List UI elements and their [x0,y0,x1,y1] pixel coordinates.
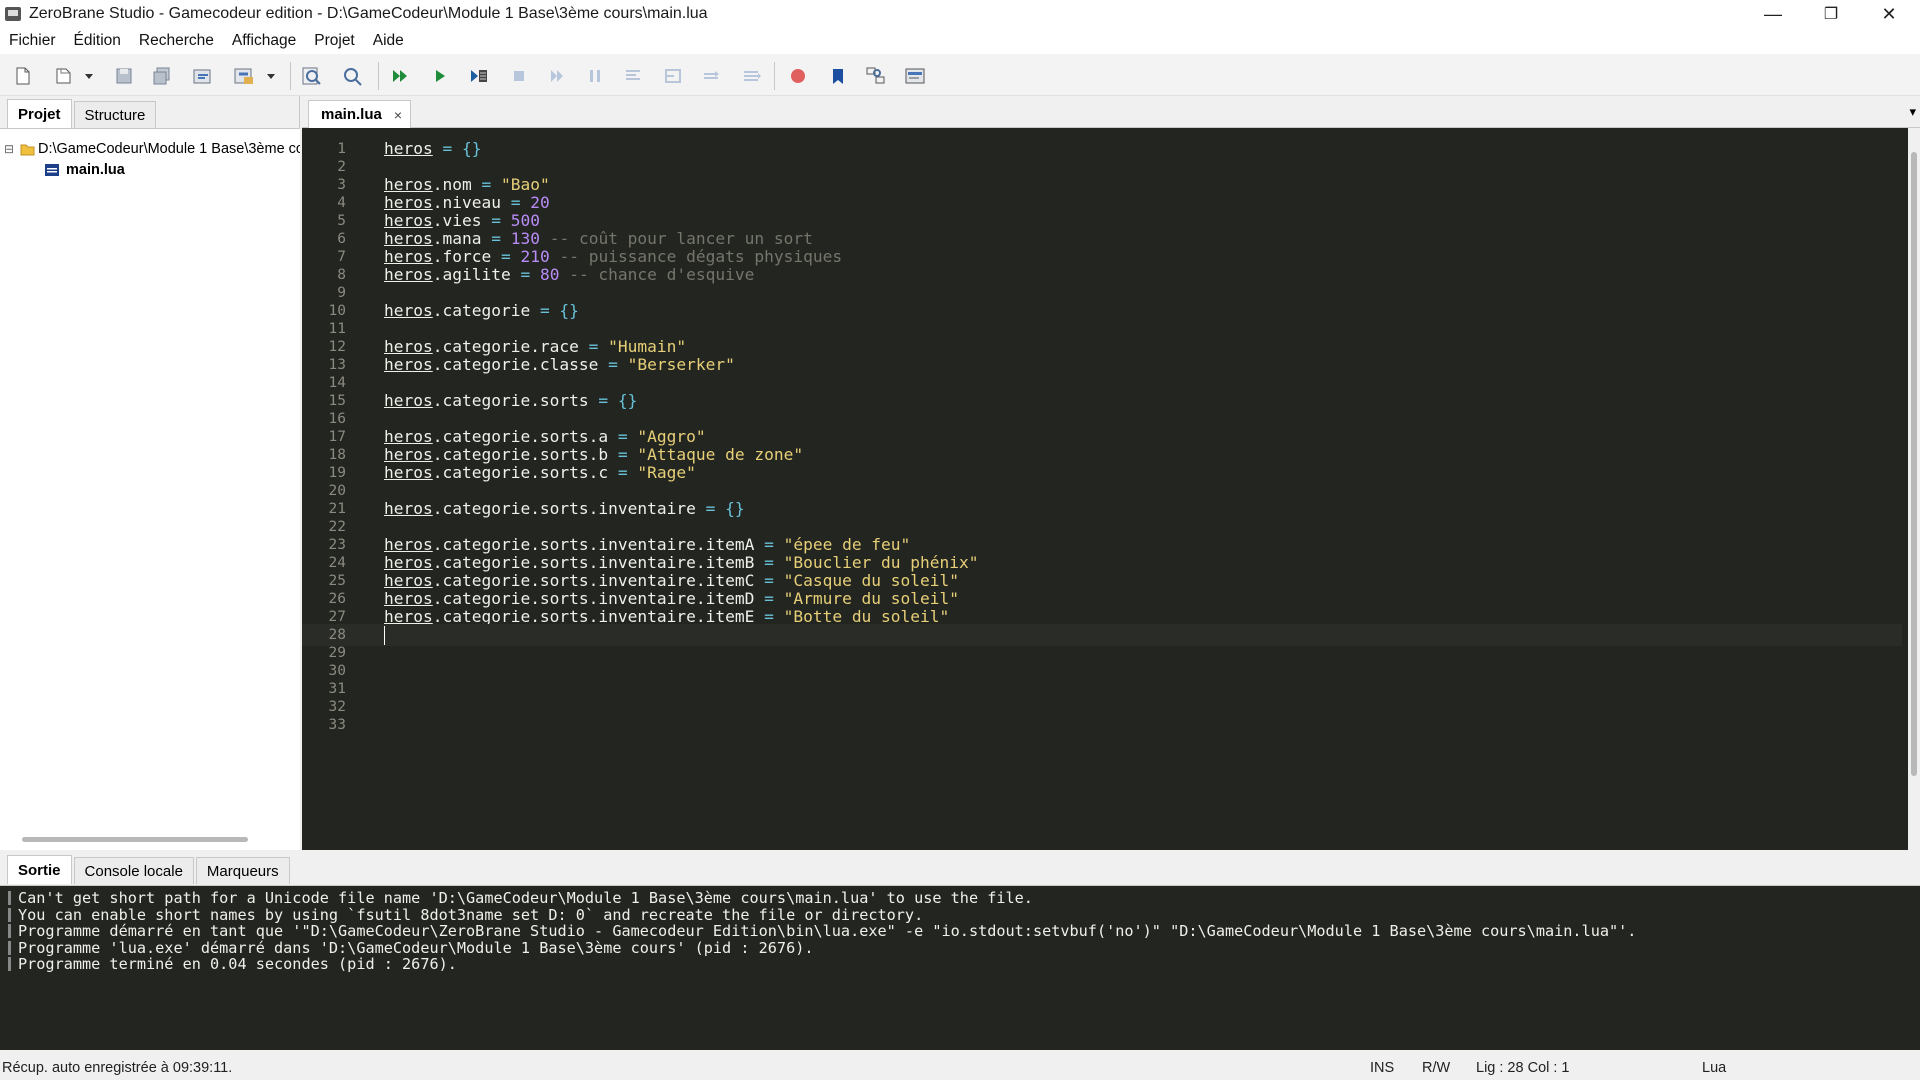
window-title: ZeroBrane Studio - Gamecodeur edition - … [29,5,708,22]
status-insert-mode: INS [1370,1060,1395,1076]
editor-area: main.lua × ▾ 1 heros = {} 2 3 heros.nom = "B… [302,96,1920,850]
save-icon[interactable] [112,64,136,88]
line-marker [8,907,11,922]
close-button[interactable]: ✕ [1860,0,1918,28]
title-bar: ZeroBrane Studio - Gamecodeur edition - … [0,0,1920,28]
code-line[interactable]: 33 [302,714,1902,736]
stop-icon[interactable] [507,64,531,88]
vertical-scrollbar[interactable] [1908,128,1920,850]
output-text: Programme terminé en 0.04 secondes (pid … [18,955,457,973]
horizontal-scrollbar[interactable] [22,837,248,842]
break-icon[interactable] [740,64,764,88]
open-file-icon[interactable] [52,64,76,88]
commandbar-icon[interactable] [903,64,927,88]
menu-edition[interactable]: Édition [65,32,130,50]
save-all-icon[interactable] [150,64,174,88]
output-panel-tabs: Sortie Console locale Marqueurs [0,852,292,884]
tab-sortie[interactable]: Sortie [7,855,72,884]
status-bar: Récup. auto enregistrée à 09:39:11. INS … [0,1056,1920,1080]
status-access: R/W [1422,1060,1451,1076]
tab-main-lua[interactable]: main.lua × [308,100,412,128]
toggle-breakpoint-icon[interactable] [786,64,810,88]
step-out-icon[interactable] [622,64,646,88]
close-icon[interactable]: × [394,107,402,123]
status-cursor-position: Lig : 28 Col : 1 [1476,1060,1570,1076]
start-debug-icon[interactable] [428,64,452,88]
minimize-button[interactable]: — [1744,0,1802,28]
output-panel: Sortie Console locale Marqueurs Can't ge… [0,852,1920,1052]
menu-bar: Fichier Édition Recherche Affichage Proj… [0,28,1920,54]
menu-recherche[interactable]: Recherche [130,32,223,50]
collapse-toggle-icon[interactable]: ⊟ [4,142,20,156]
step-over-to-cursor-icon[interactable] [467,64,491,88]
line-marker [8,924,11,938]
project-directory-icon[interactable] [191,64,215,88]
tab-menu-icon[interactable]: ▾ [1909,104,1916,120]
menu-aide[interactable]: Aide [364,32,413,50]
dropdown-icon[interactable] [82,64,96,88]
tab-marqueurs[interactable]: Marqueurs [195,857,290,884]
project-tree: ⊟ D:\GameCodeur\Module 1 Base\3ème cours… [0,128,300,850]
menu-fichier[interactable]: Fichier [0,32,65,50]
step-into-icon[interactable] [545,64,569,88]
toolbar [0,54,1920,96]
project-panel: Projet Structure ⊟ D:\GameCodeur\Module … [0,96,300,850]
project-root-path: D:\GameCodeur\Module 1 Base\3ème cours [38,141,300,157]
editor-tabs: main.lua × ▾ [302,96,1920,128]
scrollbar-thumb[interactable] [1911,152,1917,776]
restore-button[interactable]: ❐ [1802,0,1860,28]
replace-icon[interactable] [340,64,364,88]
project-panel-tabs: Projet Structure [0,96,158,128]
status-language: Lua [1702,1060,1727,1076]
dropdown-icon[interactable] [264,64,278,88]
outline-icon[interactable] [864,64,888,88]
find-in-files-icon[interactable] [232,64,256,88]
file-name: main.lua [66,162,125,178]
new-file-icon[interactable] [11,64,35,88]
tab-projet[interactable]: Projet [7,99,72,128]
run-icon[interactable] [388,64,412,88]
lua-file-icon [44,163,66,177]
tree-file-main-lua[interactable]: main.lua [44,160,125,180]
step-icon[interactable] [661,64,685,88]
line-marker [8,957,11,971]
tab-console-locale[interactable]: Console locale [73,857,194,884]
toggle-bookmark-icon[interactable] [826,64,850,88]
pause-icon[interactable] [583,64,607,88]
menu-affichage[interactable]: Affichage [223,32,305,50]
folder-icon [20,143,38,156]
line-number: 33 [328,717,346,733]
output-console[interactable]: Can't get short path for a Unicode file … [0,885,1920,1050]
status-message: Récup. auto enregistrée à 09:39:11. [2,1060,233,1076]
tab-label: main.lua [321,106,382,123]
app-icon [5,7,21,21]
tab-structure[interactable]: Structure [73,101,157,128]
code-editor[interactable]: 1 heros = {} 2 3 heros.nom = "Bao" 4 heros.niv… [302,128,1908,850]
line-marker [8,940,11,955]
tree-root[interactable]: ⊟ D:\GameCodeur\Module 1 Base\3ème cours [4,139,300,159]
line-marker [8,891,11,905]
step-over-icon[interactable] [700,64,724,88]
find-icon[interactable] [300,64,324,88]
menu-projet[interactable]: Projet [305,32,364,50]
